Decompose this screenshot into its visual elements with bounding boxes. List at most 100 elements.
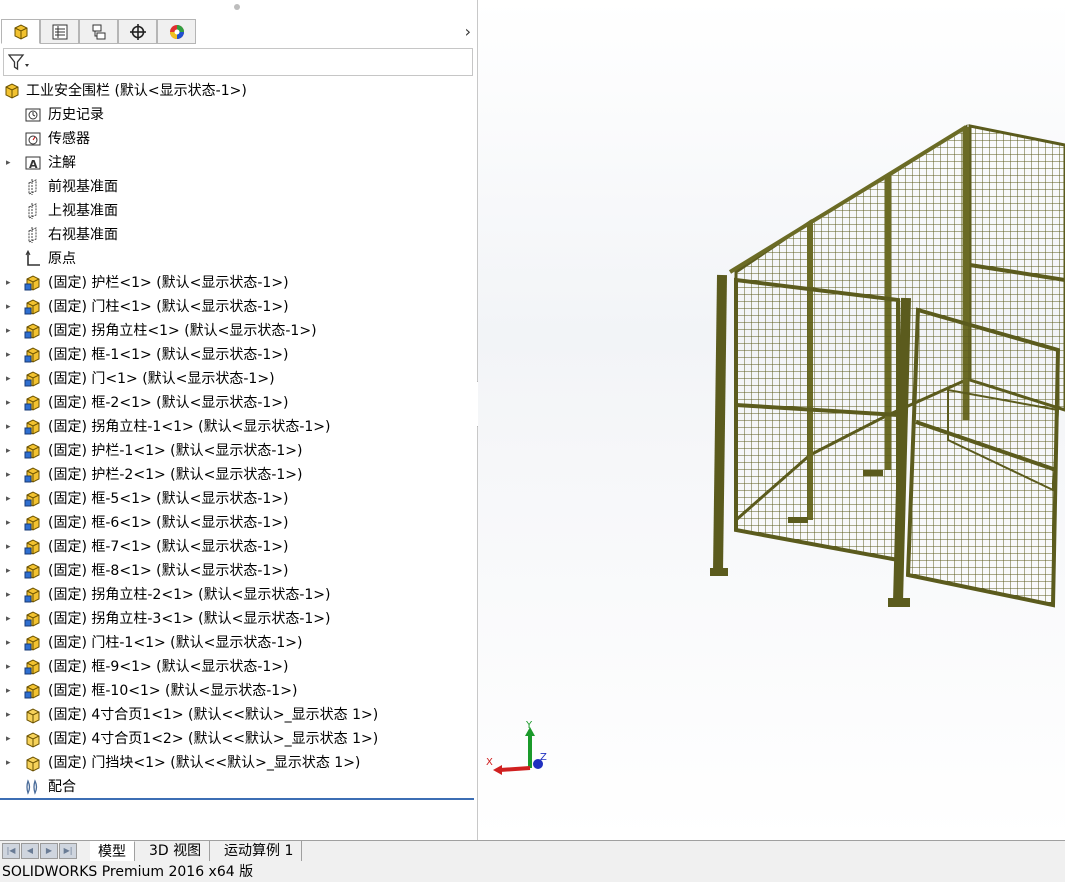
plane-icon [24, 202, 42, 220]
tree-item[interactable]: ▸ (固定) 框-8<1> (默认<显示状态-1>) [0, 559, 476, 583]
next-tab-button[interactable]: ▶ [40, 843, 58, 859]
tab-configurationmanager[interactable] [79, 19, 118, 44]
tree-item[interactable]: ▸ (固定) 门柱<1> (默认<显示状态-1>) [0, 295, 476, 319]
expand-arrow-icon[interactable]: ▸ [6, 679, 14, 703]
tree-item[interactable]: ▸ (固定) 4寸合页1<1> (默认<<默认>_显示状态 1>) [0, 703, 476, 727]
part-icon [24, 706, 42, 724]
filter-icon[interactable] [8, 53, 30, 71]
tree-item[interactable]: ▸ (固定) 框-2<1> (默认<显示状态-1>) [0, 391, 476, 415]
expand-arrow-icon[interactable]: ▸ [6, 463, 14, 487]
tree-item-label: (固定) 框-10<1> (默认<显示状态-1>) [48, 683, 298, 699]
subassembly-icon [24, 322, 42, 340]
tree-filter-bar[interactable] [3, 48, 473, 76]
tab-motion-study[interactable]: 运动算例 1 [216, 841, 303, 861]
tree-item[interactable]: 前视基准面 [0, 175, 476, 199]
expand-arrow-icon[interactable]: ▸ [6, 367, 14, 391]
tree-item-label: 右视基准面 [48, 227, 118, 243]
tab-displaymanager[interactable] [157, 19, 196, 44]
tree-root-assembly[interactable]: 工业安全围栏 (默认<显示状态-1>) [0, 79, 476, 103]
expand-arrow-icon[interactable]: ▸ [6, 535, 14, 559]
tree-item[interactable]: 配合 [0, 775, 476, 799]
expand-arrow-icon[interactable]: ▸ [6, 295, 14, 319]
tree-item[interactable]: 右视基准面 [0, 223, 476, 247]
tree-item[interactable]: ▸ (固定) 门<1> (默认<显示状态-1>) [0, 367, 476, 391]
expand-arrow-icon[interactable]: ▸ [6, 415, 14, 439]
tree-item[interactable]: ▸ (固定) 拐角立柱-3<1> (默认<显示状态-1>) [0, 607, 476, 631]
tree-item[interactable]: ▸ (固定) 框-5<1> (默认<显示状态-1>) [0, 487, 476, 511]
tree-item[interactable]: 历史记录 [0, 103, 476, 127]
tree-item[interactable]: ▸ (固定) 拐角立柱<1> (默认<显示状态-1>) [0, 319, 476, 343]
graphics-area[interactable]: X Y Z [478, 0, 1065, 840]
tree-item[interactable]: ▸ (固定) 护栏-1<1> (默认<显示状态-1>) [0, 439, 476, 463]
tree-item[interactable]: ▸ (固定) 门柱-1<1> (默认<显示状态-1>) [0, 631, 476, 655]
first-tab-button[interactable]: |◀ [2, 843, 20, 859]
subassembly-icon [24, 442, 42, 460]
expand-arrow-icon[interactable]: ▸ [6, 319, 14, 343]
tab-model[interactable]: 模型 [90, 841, 135, 861]
feature-manager-panel: › 工业安全围栏 (默认<显示状态-1>) 历史记录传感器 ▸ A 注解 前视基准面 上视基… [0, 0, 478, 840]
configuration-manager-icon [92, 24, 105, 39]
tree-item[interactable]: ▸ (固定) 拐角立柱-2<1> (默认<显示状态-1>) [0, 583, 476, 607]
expand-arrow-icon[interactable]: ▸ [6, 391, 14, 415]
history-icon [24, 106, 42, 124]
tree-item-label: (固定) 护栏<1> (默认<显示状态-1>) [48, 275, 289, 291]
assembly-icon [3, 82, 21, 100]
tree-item[interactable]: 传感器 [0, 127, 476, 151]
tree-item[interactable]: ▸ (固定) 框-7<1> (默认<显示状态-1>) [0, 535, 476, 559]
subassembly-icon [24, 418, 42, 436]
expand-arrow-icon[interactable]: ▸ [6, 271, 14, 295]
expand-arrow-icon[interactable]: ▸ [6, 607, 14, 631]
panel-tabs [0, 19, 477, 45]
last-tab-button[interactable]: ▶| [59, 843, 77, 859]
tab-propertymanager[interactable] [40, 19, 79, 44]
tree-item-label: 历史记录 [48, 107, 104, 123]
expand-arrow-icon[interactable]: ▸ [6, 583, 14, 607]
tab-dimxpert[interactable] [118, 19, 157, 44]
tree-item-label: (固定) 拐角立柱<1> (默认<显示状态-1>) [48, 323, 317, 339]
tree-item-label: (固定) 拐角立柱-1<1> (默认<显示状态-1>) [48, 419, 331, 435]
expand-arrow-icon[interactable]: ▸ [6, 631, 14, 655]
expand-arrow-icon[interactable]: ▸ [6, 343, 14, 367]
tree-item[interactable]: ▸ (固定) 护栏<1> (默认<显示状态-1>) [0, 271, 476, 295]
expand-arrow-icon[interactable]: ▸ [6, 655, 14, 679]
tree-item[interactable]: ▸ A 注解 [0, 151, 476, 175]
fence-model[interactable] [478, 0, 1065, 840]
part-icon [24, 754, 42, 772]
tree-item[interactable]: ▸ (固定) 框-6<1> (默认<显示状态-1>) [0, 511, 476, 535]
tree-item[interactable]: 上视基准面 [0, 199, 476, 223]
panel-resize-grip[interactable] [234, 4, 240, 10]
expand-arrow-icon[interactable]: ▸ [6, 727, 14, 751]
tree-item-label: (固定) 护栏-1<1> (默认<显示状态-1>) [48, 443, 303, 459]
tree-item[interactable]: ▸ (固定) 护栏-2<1> (默认<显示状态-1>) [0, 463, 476, 487]
tree-item[interactable]: 原点 [0, 247, 476, 271]
chevron-right-icon[interactable]: › [465, 22, 471, 41]
tree-item[interactable]: ▸ (固定) 4寸合页1<2> (默认<<默认>_显示状态 1>) [0, 727, 476, 751]
subassembly-icon [24, 514, 42, 532]
tab-3d-view[interactable]: 3D 视图 [141, 841, 211, 861]
prev-tab-button[interactable]: ◀ [21, 843, 39, 859]
expand-arrow-icon[interactable]: ▸ [6, 559, 14, 583]
tree-item[interactable]: ▸ (固定) 拐角立柱-1<1> (默认<显示状态-1>) [0, 415, 476, 439]
subassembly-icon [24, 298, 42, 316]
expand-arrow-icon[interactable]: ▸ [6, 751, 14, 775]
tree-item[interactable]: ▸ (固定) 门挡块<1> (默认<<默认>_显示状态 1>) [0, 751, 476, 775]
tree-item-label: (固定) 框-5<1> (默认<显示状态-1>) [48, 491, 289, 507]
subassembly-icon [24, 466, 42, 484]
tab-featuremanager[interactable] [1, 19, 40, 44]
tree-item[interactable]: ▸ (固定) 框-10<1> (默认<显示状态-1>) [0, 679, 476, 703]
tree-item-label: (固定) 框-2<1> (默认<显示状态-1>) [48, 395, 289, 411]
expand-arrow-icon[interactable]: ▸ [6, 511, 14, 535]
tree-item-label: 注解 [48, 155, 76, 171]
status-text: SOLIDWORKS Premium 2016 x64 版 [2, 864, 254, 880]
expand-arrow-icon[interactable]: ▸ [6, 151, 14, 175]
expand-arrow-icon[interactable]: ▸ [6, 487, 14, 511]
tree-item[interactable]: ▸ (固定) 框-1<1> (默认<显示状态-1>) [0, 343, 476, 367]
tree-item[interactable]: ▸ (固定) 框-9<1> (默认<显示状态-1>) [0, 655, 476, 679]
mates-icon [24, 778, 42, 796]
tree-item-label: (固定) 门<1> (默认<显示状态-1>) [48, 371, 275, 387]
tree-item-label: (固定) 门柱-1<1> (默认<显示状态-1>) [48, 635, 303, 651]
expand-arrow-icon[interactable]: ▸ [6, 703, 14, 727]
tree-item-label: (固定) 护栏-2<1> (默认<显示状态-1>) [48, 467, 303, 483]
bottom-tab-bar: |◀ ◀ ▶ ▶| 模型 3D 视图 运动算例 1 [0, 840, 1065, 862]
expand-arrow-icon[interactable]: ▸ [6, 439, 14, 463]
